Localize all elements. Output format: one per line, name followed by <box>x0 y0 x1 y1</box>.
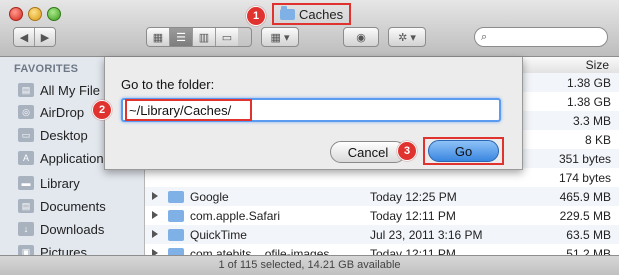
file-name: Google <box>190 190 229 204</box>
eye-icon: ◉ <box>356 31 366 44</box>
search-icon: ⌕ <box>481 30 488 43</box>
file-name: com.apple.Safari <box>190 209 281 223</box>
sidebar-item-applications[interactable]: A Applications <box>18 147 110 169</box>
file-date: Jul 23, 2011 3:16 PM <box>370 228 483 242</box>
arrange-button[interactable]: ▦ ▾ <box>261 27 299 47</box>
file-size: 174 bytes <box>558 171 611 185</box>
file-date: Today 12:11 PM <box>370 209 456 223</box>
back-button[interactable]: ◀ <box>14 28 35 46</box>
folder-icon <box>168 229 184 241</box>
size-column-header[interactable]: Size <box>586 58 609 72</box>
disclosure-triangle-icon[interactable] <box>152 211 158 219</box>
window-title-highlight: Caches <box>272 3 352 25</box>
close-window-button[interactable] <box>9 7 23 21</box>
annotation-badge-2: 2 <box>92 100 112 120</box>
quick-look-button[interactable]: ◉ <box>343 27 379 47</box>
sidebar-item-all-my-files[interactable]: ▤ All My File <box>18 79 100 101</box>
airdrop-icon: ◎ <box>18 105 34 119</box>
search-field[interactable]: ⌕ <box>474 27 608 47</box>
documents-icon: ▤ <box>18 199 34 213</box>
view-mode-buttons: ▦ ☰ ▥ ▭ <box>146 27 252 47</box>
file-size: 8 KB <box>584 133 611 147</box>
sidebar-item-label: Applications <box>40 150 111 166</box>
forward-button[interactable]: ▶ <box>35 28 55 46</box>
sidebar-item-airdrop[interactable]: ◎ AirDrop <box>18 101 84 123</box>
annotation-badge-1: 1 <box>246 6 266 26</box>
folder-path-input[interactable] <box>121 98 501 122</box>
column-view-button[interactable]: ▥ <box>193 28 216 46</box>
finder-window: 1 Caches ◀ ▶ ▦ ☰ ▥ ▭ ▦ ▾ ◉ ✲ ▾ ⌕ FAVORIT… <box>0 0 619 275</box>
file-size: 1.38 GB <box>566 95 611 109</box>
sidebar-item-documents[interactable]: ▤ Documents <box>18 195 106 217</box>
arrange-icon: ▦ ▾ <box>270 31 290 44</box>
action-button[interactable]: ✲ ▾ <box>388 27 426 47</box>
annotation-badge-3: 3 <box>397 141 417 161</box>
folder-icon <box>168 191 184 203</box>
sidebar-item-label: All My File <box>40 82 100 98</box>
status-bar: 1 of 115 selected, 14.21 GB available <box>0 255 619 275</box>
minimize-window-button[interactable] <box>28 7 42 21</box>
sidebar-item-label: Library <box>40 175 80 191</box>
window-title: Caches <box>299 6 344 22</box>
file-size: 63.5 MB <box>566 228 611 242</box>
folder-icon <box>168 210 184 222</box>
file-size: 3.3 MB <box>572 114 611 128</box>
title-bar: 1 Caches ◀ ▶ ▦ ☰ ▥ ▭ ▦ ▾ ◉ ✲ ▾ ⌕ <box>0 0 619 57</box>
sidebar-item-library[interactable]: ▬ Library <box>18 172 80 194</box>
go-button-highlight: Go <box>423 137 504 165</box>
zoom-window-button[interactable] <box>47 7 61 21</box>
folder-icon: ▬ <box>18 176 34 190</box>
file-size: 351 bytes <box>558 152 611 166</box>
folder-icon <box>280 5 295 20</box>
go-button[interactable]: Go <box>428 140 499 162</box>
sidebar-item-downloads[interactable]: ↓ Downloads <box>18 218 104 240</box>
table-row[interactable]: Google Today 12:25 PM 465.9 MB <box>145 187 619 206</box>
sidebar-item-label: Desktop <box>40 127 88 143</box>
back-forward-buttons: ◀ ▶ <box>13 27 56 47</box>
icon-view-button[interactable]: ▦ <box>147 28 170 46</box>
dialog-label: Go to the folder: <box>121 77 215 92</box>
file-size: 229.5 MB <box>559 209 611 223</box>
disclosure-triangle-icon[interactable] <box>152 230 158 238</box>
all-files-icon: ▤ <box>18 83 34 97</box>
table-row[interactable]: QuickTime Jul 23, 2011 3:16 PM 63.5 MB <box>145 225 619 244</box>
sidebar-item-label: AirDrop <box>40 104 85 120</box>
gear-icon: ✲ ▾ <box>398 31 416 44</box>
sidebar-item-label: Downloads <box>40 221 105 237</box>
file-size: 1.38 GB <box>566 76 611 90</box>
table-row[interactable]: com.apple.Safari Today 12:11 PM 229.5 MB <box>145 206 619 225</box>
downloads-icon: ↓ <box>18 222 34 236</box>
file-date: Today 12:25 PM <box>370 190 457 204</box>
cover-flow-button[interactable]: ▭ <box>216 28 238 46</box>
sidebar-heading: FAVORITES <box>14 63 79 75</box>
cancel-button[interactable]: Cancel <box>330 141 406 163</box>
list-view-button[interactable]: ☰ <box>170 28 193 46</box>
sidebar-item-label: Documents <box>40 198 106 214</box>
sidebar-item-desktop[interactable]: ▭ Desktop <box>18 124 88 146</box>
table-row[interactable]: 174 bytes <box>145 168 619 187</box>
go-to-folder-dialog: Go to the folder: 2 Cancel 3 Go <box>92 57 523 170</box>
file-size: 465.9 MB <box>559 190 611 204</box>
applications-icon: A <box>18 151 34 165</box>
desktop-icon: ▭ <box>18 128 34 142</box>
disclosure-triangle-icon[interactable] <box>152 192 158 200</box>
file-name: QuickTime <box>190 228 247 242</box>
